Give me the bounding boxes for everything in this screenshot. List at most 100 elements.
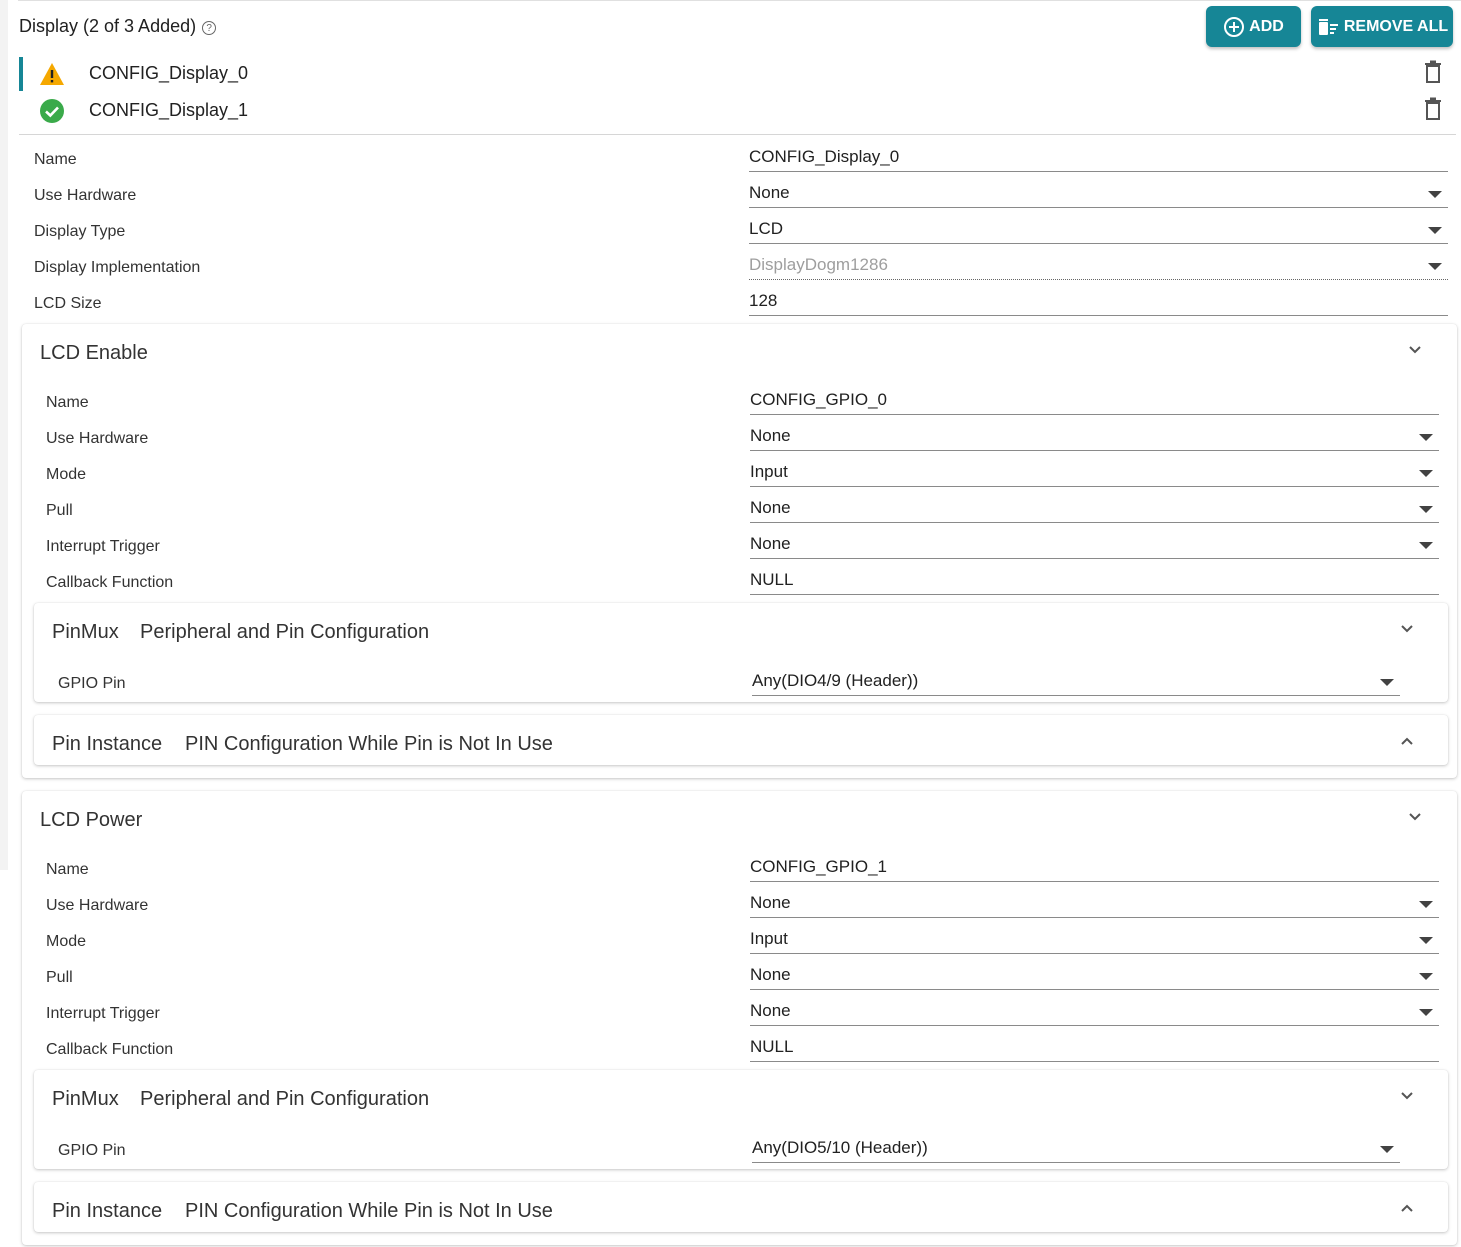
pinmux-card: PinMux Peripheral and Pin Configuration … <box>34 603 1448 702</box>
check-circle-icon <box>40 99 64 123</box>
trash-icon[interactable] <box>1423 97 1443 121</box>
add-button[interactable]: ADD <box>1206 6 1301 47</box>
gpio-name-label: Name <box>46 861 89 878</box>
pinmux-subtitle: Peripheral and Pin Configuration <box>140 1088 430 1110</box>
dropdown-arrow-icon <box>1419 434 1433 441</box>
name-input[interactable]: CONFIG_Display_0 <box>749 148 1448 172</box>
chevron-down-icon[interactable] <box>1408 343 1422 357</box>
remove-all-icon <box>1318 18 1338 35</box>
lcd-enable-card: LCD Enable Name CONFIG_GPIO_0 Use Hardwa… <box>22 324 1457 778</box>
pull-value: None <box>750 498 791 517</box>
callback-function-input[interactable]: NULL <box>750 1038 1439 1062</box>
display-implementation-label: Display Implementation <box>34 259 201 276</box>
chevron-down-icon[interactable] <box>1400 622 1414 636</box>
instance-label: CONFIG_Display_1 <box>89 100 249 120</box>
dropdown-arrow-icon <box>1428 191 1442 198</box>
pull-value: None <box>750 965 791 984</box>
lcd-size-input[interactable]: 128 <box>749 292 1448 316</box>
remove-all-button[interactable]: REMOVE ALL <box>1311 6 1453 47</box>
use-hardware-value: None <box>750 426 791 445</box>
instance-item-display-0[interactable]: CONFIG_Display_0 <box>19 55 1455 91</box>
help-circle-icon[interactable]: ? <box>202 21 217 35</box>
use-hardware-value: None <box>749 183 790 202</box>
warning-icon <box>40 63 64 85</box>
interrupt-trigger-label: Interrupt Trigger <box>46 1005 160 1022</box>
mode-select[interactable]: Input <box>750 463 1439 487</box>
left-panel-edge <box>0 0 8 870</box>
dropdown-arrow-icon <box>1419 1009 1433 1016</box>
pull-select[interactable]: None <box>750 499 1439 523</box>
interrupt-trigger-value: None <box>750 1001 791 1020</box>
use-hardware-select[interactable]: None <box>750 427 1439 451</box>
dropdown-arrow-icon <box>1428 263 1442 270</box>
gpio-name-input[interactable]: CONFIG_GPIO_1 <box>750 858 1439 882</box>
pin-instance-title: Pin Instance <box>52 1200 163 1222</box>
pinmux-subtitle: Peripheral and Pin Configuration <box>140 621 430 643</box>
top-divider <box>18 0 1461 1</box>
use-hardware-label: Use Hardware <box>46 897 149 914</box>
pin-instance-card: Pin Instance PIN Configuration While Pin… <box>34 715 1448 765</box>
interrupt-trigger-select[interactable]: None <box>750 535 1439 559</box>
pinmux-title: PinMux <box>52 621 119 643</box>
lcd-power-card: LCD Power Name CONFIG_GPIO_1 Use Hardwar… <box>22 791 1457 1245</box>
module-title-text: Display (2 of 3 Added) <box>19 16 197 36</box>
chevron-down-icon[interactable] <box>1400 1089 1414 1103</box>
use-hardware-select[interactable]: None <box>749 184 1448 208</box>
card-title: LCD Enable <box>40 342 148 364</box>
dropdown-arrow-icon <box>1380 679 1394 686</box>
dropdown-arrow-icon <box>1419 973 1433 980</box>
mode-value: Input <box>750 929 788 948</box>
use-hardware-select[interactable]: None <box>750 894 1439 918</box>
list-divider <box>19 134 1456 135</box>
name-label: Name <box>34 151 77 168</box>
pinmux-card: PinMux Peripheral and Pin Configuration … <box>34 1070 1448 1169</box>
dropdown-arrow-icon <box>1419 542 1433 549</box>
dropdown-arrow-icon <box>1380 1146 1394 1153</box>
dropdown-arrow-icon <box>1428 227 1442 234</box>
use-hardware-value: None <box>750 893 791 912</box>
lcd-size-label: LCD Size <box>34 295 102 312</box>
chevron-up-icon[interactable] <box>1400 734 1414 748</box>
gpio-pin-label: GPIO Pin <box>58 675 126 692</box>
remove-all-button-label: REMOVE ALL <box>1343 17 1449 35</box>
dropdown-arrow-icon <box>1419 901 1433 908</box>
gpio-pin-value: Any(DIO4/9 (Header)) <box>752 671 919 690</box>
pull-label: Pull <box>46 969 73 986</box>
mode-value: Input <box>750 462 788 481</box>
display-implementation-select: DisplayDogm1286 <box>749 256 1448 280</box>
instance-label: CONFIG_Display_0 <box>89 63 249 83</box>
display-type-select[interactable]: LCD <box>749 220 1448 244</box>
display-implementation-value: DisplayDogm1286 <box>749 255 888 274</box>
interrupt-trigger-value: None <box>750 534 791 553</box>
pull-select[interactable]: None <box>750 966 1439 990</box>
use-hardware-label: Use Hardware <box>34 187 137 204</box>
module-title: Display (2 of 3 Added) ? <box>19 16 217 37</box>
interrupt-trigger-select[interactable]: None <box>750 1002 1439 1026</box>
add-button-label: ADD <box>1249 17 1284 35</box>
chevron-up-icon[interactable] <box>1400 1201 1414 1215</box>
gpio-name-label: Name <box>46 394 89 411</box>
pin-instance-card: Pin Instance PIN Configuration While Pin… <box>34 1182 1448 1232</box>
instance-item-display-1[interactable]: CONFIG_Display_1 <box>19 92 1455 128</box>
mode-label: Mode <box>46 933 87 950</box>
dropdown-arrow-icon <box>1419 470 1433 477</box>
plus-circle-icon <box>1224 16 1245 37</box>
gpio-pin-select[interactable]: Any(DIO4/9 (Header)) <box>752 672 1400 696</box>
card-title: LCD Power <box>40 809 143 831</box>
mode-select[interactable]: Input <box>750 930 1439 954</box>
gpio-pin-select[interactable]: Any(DIO5/10 (Header)) <box>752 1139 1400 1163</box>
display-type-label: Display Type <box>34 223 126 240</box>
display-type-value: LCD <box>749 219 784 238</box>
gpio-pin-value: Any(DIO5/10 (Header)) <box>752 1138 928 1157</box>
trash-icon[interactable] <box>1423 60 1443 84</box>
pull-label: Pull <box>46 502 73 519</box>
gpio-name-input[interactable]: CONFIG_GPIO_0 <box>750 391 1439 415</box>
mode-label: Mode <box>46 466 87 483</box>
pin-instance-title: Pin Instance <box>52 733 163 755</box>
dropdown-arrow-icon <box>1419 506 1433 513</box>
callback-function-input[interactable]: NULL <box>750 571 1439 595</box>
callback-function-label: Callback Function <box>46 1041 174 1058</box>
use-hardware-label: Use Hardware <box>46 430 149 447</box>
chevron-down-icon[interactable] <box>1408 810 1422 824</box>
dropdown-arrow-icon <box>1419 937 1433 944</box>
